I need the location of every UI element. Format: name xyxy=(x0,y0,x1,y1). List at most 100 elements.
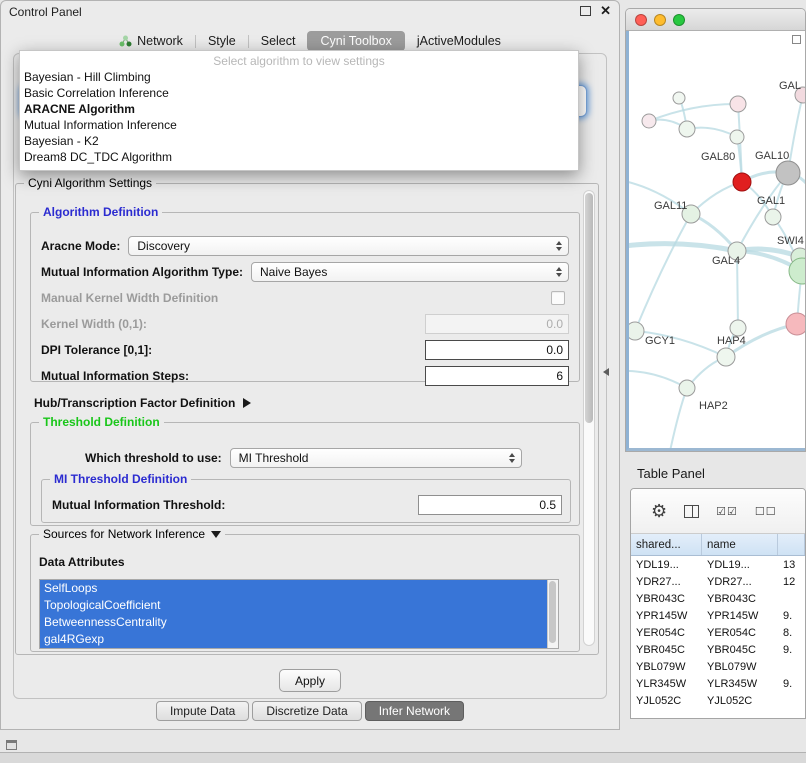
tab-impute-data[interactable]: Impute Data xyxy=(156,701,249,721)
kernel-width-label: Kernel Width (0,1): xyxy=(41,317,147,331)
dpi-tolerance-field[interactable]: 0.0 xyxy=(425,340,569,360)
tab-network[interactable]: Network xyxy=(111,31,191,51)
algorithm-option[interactable]: Mutual Information Inference xyxy=(20,117,578,133)
attribute-item[interactable]: BetweennessCentrality xyxy=(40,614,558,631)
splitter-collapse-icon[interactable] xyxy=(603,368,609,376)
network-node[interactable] xyxy=(765,209,781,225)
tab-label: Select xyxy=(261,34,296,48)
close-traffic-light-icon[interactable] xyxy=(635,14,647,26)
table-row[interactable]: YLR345WYLR345W9. xyxy=(631,675,805,692)
table-cell: YDL19... xyxy=(702,556,778,573)
tab-select[interactable]: Select xyxy=(253,31,304,51)
network-node[interactable] xyxy=(730,130,744,144)
algorithm-option[interactable]: Dream8 DC_TDC Algorithm xyxy=(20,149,578,165)
deselect-all-icon[interactable] xyxy=(755,502,777,520)
table-cell: YER054C xyxy=(702,624,778,641)
mi-threshold-field[interactable]: 0.5 xyxy=(418,495,562,515)
network-node[interactable] xyxy=(730,320,746,336)
network-node[interactable] xyxy=(733,173,751,191)
network-node[interactable] xyxy=(786,313,805,335)
network-node[interactable] xyxy=(679,380,695,396)
algorithm-option[interactable]: Bayesian - Hill Climbing xyxy=(20,69,578,85)
network-node[interactable] xyxy=(789,258,805,284)
table-row[interactable]: YDL19...YDL19...13 xyxy=(631,556,805,573)
scrollbar-thumb[interactable] xyxy=(585,193,593,423)
mi-steps-label: Mutual Information Steps: xyxy=(41,369,189,383)
table-cell: YPR145W xyxy=(631,607,702,624)
hub-tf-definition-expander[interactable]: Hub/Transcription Factor Definition xyxy=(34,396,251,410)
algorithm-option[interactable]: Bayesian - K2 xyxy=(20,133,578,149)
zoom-traffic-light-icon[interactable] xyxy=(673,14,685,26)
minimize-traffic-light-icon[interactable] xyxy=(654,14,666,26)
network-edge xyxy=(669,388,687,451)
mi-steps-field[interactable]: 6 xyxy=(425,366,569,386)
network-node[interactable] xyxy=(730,96,746,112)
table-row[interactable]: YDR27...YDR27...12 xyxy=(631,573,805,590)
algorithm-placeholder: Select algorithm to view settings xyxy=(20,53,578,69)
gear-icon[interactable] xyxy=(651,501,667,522)
table-cell: YBR045C xyxy=(702,641,778,658)
table-row[interactable]: YPR145WYPR145W9. xyxy=(631,607,805,624)
tab-discretize-data[interactable]: Discretize Data xyxy=(252,701,361,721)
attribute-item[interactable]: TopologicalCoefficient xyxy=(40,597,558,614)
sources-title-row[interactable]: Sources for Network Inference xyxy=(39,527,225,541)
table-row[interactable]: YBR045CYBR045C9. xyxy=(631,641,805,658)
network-node[interactable] xyxy=(642,114,656,128)
combo-arrows-icon xyxy=(509,453,515,463)
apply-button[interactable]: Apply xyxy=(279,669,341,692)
table-cell: YLR345W xyxy=(631,675,702,692)
which-threshold-label: Which threshold to use: xyxy=(85,451,222,465)
table-cell: YDL19... xyxy=(631,556,702,573)
select-all-icon[interactable] xyxy=(716,502,738,520)
aracne-mode-select[interactable]: Discovery xyxy=(128,236,569,256)
table-row[interactable]: YBL079WYBL079W xyxy=(631,658,805,675)
network-node[interactable] xyxy=(776,161,800,185)
tab-label: Cyni Toolbox xyxy=(320,34,391,48)
minimap-toggle-icon[interactable] xyxy=(792,35,801,44)
restore-panel-icon[interactable] xyxy=(6,740,17,750)
algorithm-option[interactable]: ARACNE Algorithm xyxy=(20,101,578,117)
manual-kernel-width-checkbox[interactable] xyxy=(551,291,565,305)
close-icon[interactable]: ✕ xyxy=(600,4,611,17)
which-threshold-value: MI Threshold xyxy=(239,451,309,465)
which-threshold-select[interactable]: MI Threshold xyxy=(230,448,522,468)
column-header[interactable]: shared... xyxy=(631,534,702,555)
algorithm-option[interactable]: Basic Correlation Inference xyxy=(20,85,578,101)
network-icon xyxy=(119,35,132,47)
network-edge xyxy=(629,244,737,251)
network-node[interactable] xyxy=(679,121,695,137)
network-node[interactable] xyxy=(717,348,735,366)
hub-tf-definition-label: Hub/Transcription Factor Definition xyxy=(34,396,235,410)
network-canvas[interactable]: GALGAL80GAL10GAL11GAL1SWI4GAL4GCY1HAP4HA… xyxy=(629,31,805,451)
table-cell: YBL079W xyxy=(702,658,778,675)
table-cell: YJL052C xyxy=(702,692,778,709)
float-panel-icon[interactable] xyxy=(580,6,591,16)
column-header[interactable] xyxy=(778,534,805,555)
attribute-item[interactable]: gal4RGexp xyxy=(40,631,558,648)
mi-algorithm-type-select[interactable]: Naive Bayes xyxy=(251,262,569,282)
columns-icon[interactable] xyxy=(684,505,699,518)
attribute-item[interactable]: SelfLoops xyxy=(40,580,558,597)
column-header[interactable]: name xyxy=(702,534,778,555)
attribute-list-scrollbar[interactable] xyxy=(547,580,558,648)
tab-jactivemodules[interactable]: jActiveModules xyxy=(409,31,509,51)
network-edge xyxy=(635,214,691,331)
table-cell: 12 xyxy=(778,573,805,590)
table-cell: 8. xyxy=(778,624,805,641)
network-node[interactable] xyxy=(629,322,644,340)
table-row[interactable]: YJL052CYJL052C xyxy=(631,692,805,709)
table-cell: 13 xyxy=(778,556,805,573)
kernel-width-field[interactable]: 0.0 xyxy=(425,314,569,334)
tab-cyni-toolbox[interactable]: Cyni Toolbox xyxy=(307,31,404,51)
data-attribute-list: SelfLoopsTopologicalCoefficientBetweenne… xyxy=(39,579,559,649)
settings-scrollbar[interactable] xyxy=(583,190,595,646)
network-canvas-area[interactable]: GALGAL80GAL10GAL11GAL1SWI4GAL4GCY1HAP4HA… xyxy=(626,31,805,451)
table-row[interactable]: YBR043CYBR043C xyxy=(631,590,805,607)
network-node[interactable] xyxy=(673,92,685,104)
table-row[interactable]: YER054CYER054C8. xyxy=(631,624,805,641)
scrollbar-thumb[interactable] xyxy=(549,581,556,643)
tab-style[interactable]: Style xyxy=(200,31,244,51)
tab-infer-network[interactable]: Infer Network xyxy=(365,701,464,721)
table-cell: YBL079W xyxy=(631,658,702,675)
table-cell: YBR045C xyxy=(631,641,702,658)
